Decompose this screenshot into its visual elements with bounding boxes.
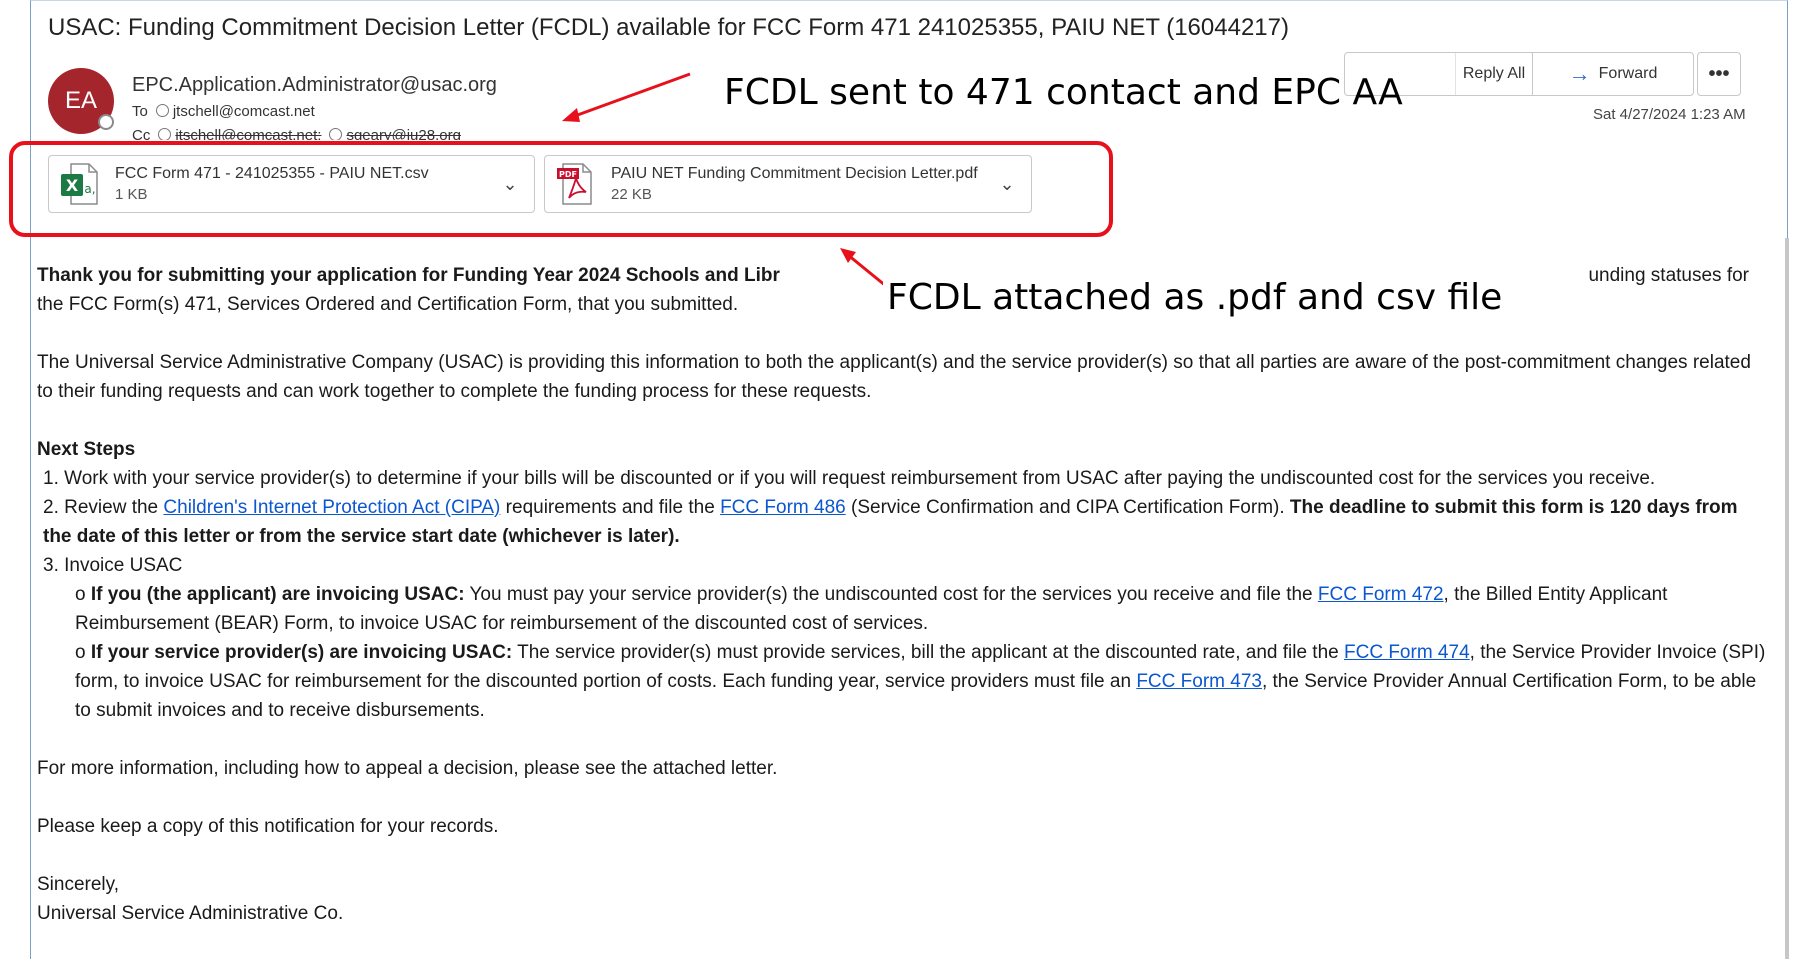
email-body: Thank you for submitting your applicatio… [37,261,1767,928]
received-date: Sat 4/27/2024 1:23 AM [1593,106,1746,123]
email-subject: USAC: Funding Commitment Decision Letter… [48,14,1289,41]
bullet-bold: If you (the applicant) are invoicing USA… [90,584,465,605]
presence-icon [158,128,172,140]
fcc-form-474-link[interactable]: FCC Form 474 [1344,642,1470,663]
closing-line: Sincerely, [37,874,120,895]
annotation-callout: FCDL sent to 471 contact and EPC AA [724,72,1403,113]
fcc-form-486-link[interactable]: FCC Form 486 [720,497,846,518]
forward-button[interactable]: → Forward [1533,53,1693,95]
to-label: To [132,103,148,120]
step-1: 1. Work with your service provider(s) to… [43,468,1656,489]
usac-paragraph: The Universal Service Administrative Com… [37,352,1751,402]
sender-address[interactable]: EPC.Application.Administrator@usac.org [132,74,497,97]
bullet-applicant: o If you (the applicant) are invoicing U… [37,580,1767,638]
bullet-provider: o If your service provider(s) are invoic… [37,638,1767,725]
step-2-text: 2. Review the [43,497,164,518]
more-actions-button[interactable]: ••• [1697,52,1741,96]
forward-label: Forward [1598,65,1658,82]
bullet-marker: o [75,642,91,663]
cc-recipient[interactable]: sgeary@iu28.org [346,127,460,140]
bullet-marker: o [75,584,91,605]
scrollbar[interactable] [1785,238,1789,959]
step-2-text: requirements and file the [500,497,721,518]
bullet-text: You must pay your service provider(s) th… [464,584,1318,605]
more-info-line: For more information, including how to a… [37,758,778,779]
to-recipients: To jtschell@comcast.net [132,103,315,120]
presence-icon [98,114,114,130]
keep-copy-line: Please keep a copy of this notification … [37,816,499,837]
step-3: 3. Invoice USAC [43,555,183,576]
intro-bold: Thank you for submitting your applicatio… [37,265,780,286]
presence-icon [155,104,169,117]
annotation-callout: FCDL attached as .pdf and csv file [883,277,1507,318]
to-recipient[interactable]: jtschell@comcast.net [173,103,315,120]
step-2: 2. Review the Children's Internet Protec… [37,493,1767,551]
attachments-highlight-box [9,141,1113,237]
bullet-text: The service provider(s) must provide ser… [512,642,1344,663]
next-steps-title: Next Steps [37,439,136,460]
step-2-text: (Service Confirmation and CIPA Certifica… [845,497,1290,518]
bullet-bold: If your service provider(s) are invoicin… [90,642,513,663]
next-steps-heading: Next Steps [37,435,1767,464]
cc-recipients: Cc jtschell@comcast.net; sgeary@iu28.org [132,127,461,140]
fcc-form-472-link[interactable]: FCC Form 472 [1318,584,1444,605]
cc-label: Cc [132,127,151,140]
signature-line: Universal Service Administrative Co. [37,903,344,924]
forward-arrow-icon: → [1568,61,1591,86]
cipa-link[interactable]: Children's Internet Protection Act (CIPA… [163,497,500,518]
presence-icon [329,128,343,140]
intro-tail: unding statuses for [1588,265,1749,286]
cc-recipient[interactable]: jtschell@comcast.net; [175,127,321,140]
fcc-form-473-link[interactable]: FCC Form 473 [1136,671,1262,692]
reply-all-button[interactable]: Reply All [1456,53,1533,95]
